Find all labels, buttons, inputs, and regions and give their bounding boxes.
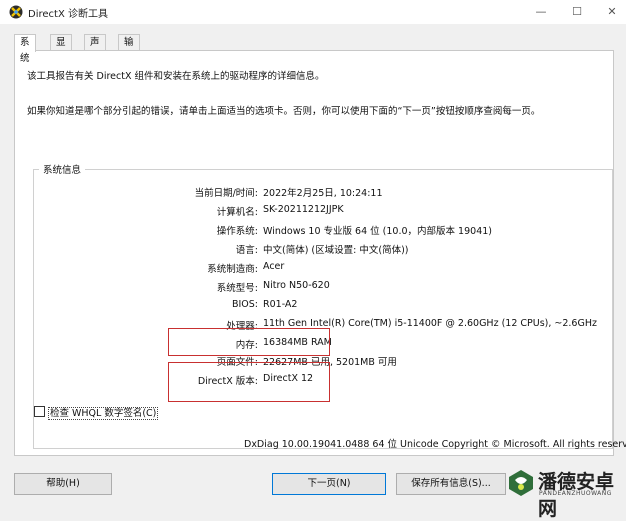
watermark-subtext: PANDEANZHUOWANG [539,490,612,497]
tab-system[interactable]: 系统 [14,34,36,64]
help-button[interactable]: 帮助(H) [14,473,112,495]
dxdiag-window: DirectX 诊断工具 — ☐ ✕ 系统 显示 声音 输入 该工具报告有关 D… [0,0,626,520]
memory-highlight-box [168,328,330,356]
model-label: 系统型号: [216,283,258,294]
title-bar: DirectX 诊断工具 — ☐ ✕ [0,0,626,24]
date-time-value: 2022年2月25日, 10:24:11 [263,188,383,199]
os-label: 操作系统: [216,226,258,237]
whql-checkbox-label: 检查 WHQL 数字签名(C) [48,407,159,420]
intro-text-1: 该工具报告有关 DirectX 组件和安装在系统上的驱动程序的详细信息。 [27,71,325,82]
next-page-button[interactable]: 下一页(N) [272,473,386,495]
whql-checkbox-row[interactable]: 检查 WHQL 数字签名(C) [34,405,159,420]
tab-sound[interactable]: 声音 [84,34,106,64]
bios-value: R01-A2 [263,299,298,310]
site-watermark: 潘德安卓网 PANDEANZHUOWANG [502,466,626,520]
system-info-legend: 系统信息 [39,162,86,176]
bios-label: BIOS: [231,299,258,310]
close-icon[interactable]: ✕ [601,3,623,21]
manufacturer-value: Acer [263,261,285,272]
computer-name-value: SK-20211212JJPK [263,204,344,215]
model-value: Nitro N50-620 [263,280,330,291]
save-all-info-button[interactable]: 保存所有信息(S)... [396,473,506,495]
window-title: DirectX 诊断工具 [28,9,108,20]
os-value: Windows 10 专业版 64 位 (10.0，内部版本 19041) [263,226,492,237]
tab-display[interactable]: 显示 [50,34,72,64]
maximize-icon[interactable]: ☐ [566,3,588,21]
watermark-logo-icon [509,470,533,496]
directx-highlight-box [168,362,330,402]
minimize-icon[interactable]: — [530,3,552,21]
whql-checkbox[interactable] [34,406,45,417]
dxdiag-version-text: DxDiag 10.00.19041.0488 64 位 Unicode Cop… [244,439,626,450]
directx-icon [9,5,23,19]
manufacturer-label: 系统制造商: [207,264,258,275]
language-value: 中文(简体) (区域设置: 中文(简体)) [263,245,409,256]
tab-input[interactable]: 输入 [118,34,140,64]
computer-name-label: 计算机名: [216,207,258,218]
date-time-label: 当前日期/时间: [194,188,258,199]
language-label: 语言: [235,245,258,256]
intro-text-2: 如果你知道是哪个部分引起的错误，请单击上面适当的选项卡。否则，你可以使用下面的“… [27,106,541,117]
